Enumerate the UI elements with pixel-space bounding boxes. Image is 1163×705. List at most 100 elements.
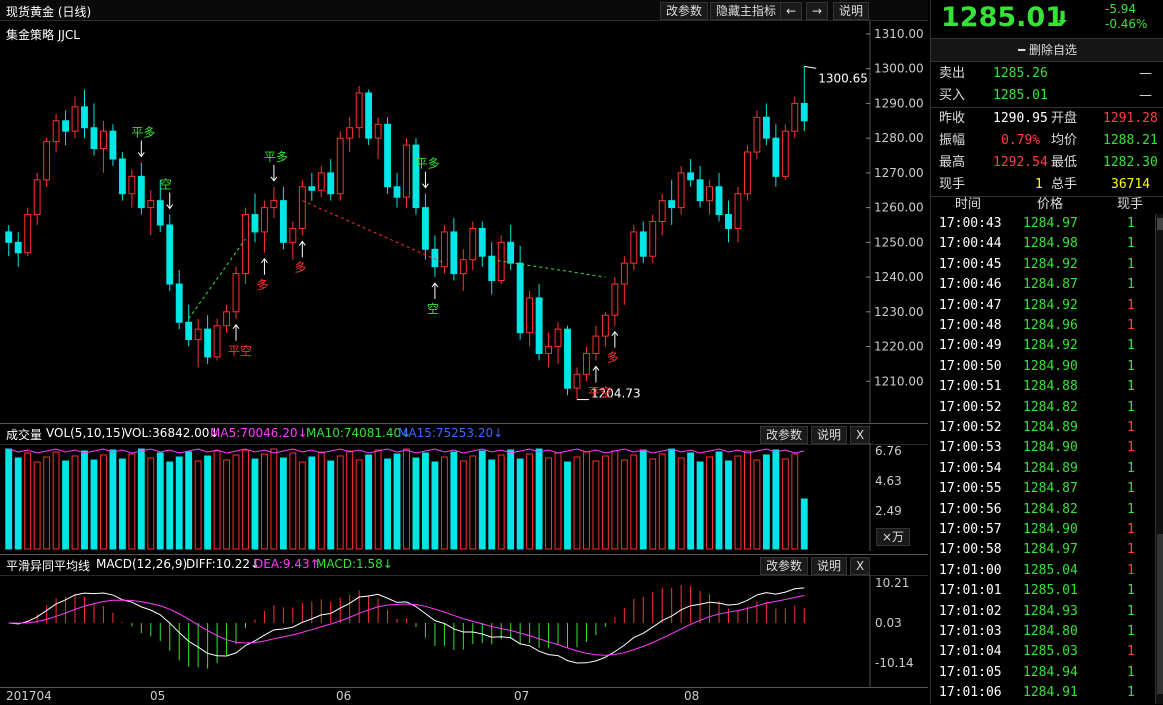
macd-help-button[interactable]: 说明 <box>811 557 848 575</box>
volume-help-button[interactable]: 说明 <box>811 426 848 444</box>
cur-vol-value: 1 <box>1035 177 1043 192</box>
candle-body <box>24 214 32 254</box>
tick-time: 17:00:52 <box>939 420 1002 435</box>
volume-bar <box>677 457 685 550</box>
candle-body <box>772 137 780 177</box>
candle-body <box>554 328 562 348</box>
volume-bar <box>308 456 316 550</box>
tick-row: 17:01:01 1285.01 1 <box>931 581 1155 601</box>
vol-ma10: MA10:74081.40↓ <box>306 426 412 440</box>
tick-volume: 1 <box>1127 664 1135 680</box>
remove-watchlist-label: 删除自选 <box>1029 43 1078 57</box>
tick-volume: 1 <box>1127 236 1135 252</box>
macd-ylabel-high: 10.21 <box>875 576 909 590</box>
candle-body <box>800 102 808 122</box>
candle-body <box>242 214 249 275</box>
candle-body <box>791 102 799 132</box>
candle-body <box>71 106 79 132</box>
volume-bar <box>583 451 590 550</box>
tick-vol-header: 现手 <box>1117 197 1144 212</box>
volume-bar <box>204 455 212 550</box>
scroll-up-arrow-icon[interactable] <box>1157 218 1163 230</box>
buy-row: 买入 1285.01 — <box>931 85 1163 107</box>
candle-body <box>365 92 373 139</box>
macd-chart[interactable]: 10.21 0.03 -10.14 <box>0 575 928 687</box>
scroll-left-button[interactable]: ← <box>780 2 803 20</box>
volume-bar <box>734 455 742 550</box>
tick-price-header: 价格 <box>1037 197 1064 212</box>
y-tick-label: 1300.00 <box>874 62 924 76</box>
tick-time: 17:00:44 <box>939 236 1002 252</box>
candle-body <box>317 172 325 191</box>
tick-volume: 1 <box>1127 420 1135 435</box>
help-button[interactable]: 说明 <box>833 2 870 20</box>
tick-price: 1284.87 <box>1023 481 1078 497</box>
tick-list[interactable]: 17:00:43 1284.97 1 17:00:44 1284.98 1 17:0… <box>931 214 1155 704</box>
prev-close-value: 1290.95 <box>993 111 1048 126</box>
tick-price: 1284.82 <box>1023 501 1078 517</box>
candlestick-chart[interactable]: 1310.00 1300.00 1290.00 1280.00 1270.00 1260.… <box>0 21 928 423</box>
volume-bar <box>753 459 761 550</box>
high-marker-line <box>804 65 817 69</box>
signal-label: 平空 <box>588 385 612 399</box>
macd-title: 平滑异同平均线 <box>6 559 91 573</box>
scroll-right-button[interactable]: → <box>806 2 829 20</box>
macd-header: 平滑异同平均线 MACD(12,26,9) DIFF:10.22↓ DEA:9.… <box>0 554 928 576</box>
volume-chart[interactable]: 6.76 4.63 2.49 <box>0 443 928 551</box>
tick-time: 17:00:56 <box>939 501 1002 517</box>
unit-button[interactable]: ×万 <box>876 528 911 546</box>
volume-close-button[interactable]: X <box>850 426 871 444</box>
candle-body <box>696 179 704 202</box>
scroll-thumb[interactable] <box>1157 534 1163 694</box>
tick-price: 1284.88 <box>1023 379 1078 395</box>
volume-edit-params-button[interactable]: 改参数 <box>760 426 809 444</box>
tick-row: 17:00:51 1284.88 1 <box>931 377 1155 397</box>
signal-label: 平多 <box>415 157 439 171</box>
tick-scrollbar[interactable] <box>1155 214 1163 704</box>
volume-bar <box>5 448 13 550</box>
tick-time: 17:00:50 <box>939 358 1002 374</box>
volume-bar <box>137 448 145 550</box>
open-value: 1291.28 <box>1103 111 1158 126</box>
tick-volume: 1 <box>1127 358 1135 374</box>
candle-body <box>298 186 306 229</box>
y-tick-label: 1250.00 <box>874 235 924 249</box>
x-label-05: 05 <box>150 689 166 703</box>
x-label-08: 08 <box>684 689 700 703</box>
macd-close-button[interactable]: X <box>850 557 871 575</box>
edit-params-button[interactable]: 改参数 <box>660 2 709 20</box>
tick-price: 1284.94 <box>1023 664 1078 680</box>
candle-body <box>526 297 534 334</box>
volume-bar <box>507 449 515 550</box>
remove-watchlist-button[interactable]: ━ 删除自选 <box>931 38 1163 62</box>
candle-body <box>762 116 770 139</box>
signal-label: 平多 <box>131 125 155 139</box>
candle-body <box>592 335 600 354</box>
tick-volume: 1 <box>1127 256 1135 272</box>
tick-volume: 1 <box>1127 644 1135 660</box>
amplitude-label: 振幅 <box>939 133 966 148</box>
tick-time: 17:01:03 <box>939 624 1002 639</box>
high-low-row: 最高 1292.54 最低 1282.30 <box>931 152 1163 174</box>
vol-ylabel-high: 6.76 <box>875 444 902 458</box>
macd-edit-params-button[interactable]: 改参数 <box>760 557 809 575</box>
volume-bar <box>545 457 552 550</box>
hide-main-indicator-button[interactable]: 隐藏主指标 <box>710 2 783 20</box>
tick-row: 17:00:53 1284.90 1 <box>931 438 1155 458</box>
candle-body <box>223 311 230 327</box>
candle-body <box>620 262 628 285</box>
tick-row: 17:00:56 1284.82 1 <box>931 500 1155 520</box>
macd-diff: DIFF:10.22↓ <box>186 557 261 571</box>
tick-volume: 1 <box>1127 379 1135 395</box>
x-label-06: 06 <box>336 689 352 703</box>
candle-body <box>507 241 515 264</box>
volume-bar <box>279 457 287 550</box>
volume-bar <box>128 453 136 550</box>
tick-price: 1284.96 <box>1023 318 1078 333</box>
tick-price: 1284.92 <box>1023 256 1078 272</box>
macd-params: MACD(12,26,9) <box>96 557 188 571</box>
tick-price: 1285.04 <box>1023 562 1078 578</box>
volume-bar <box>194 460 202 550</box>
tick-row: 17:00:44 1284.98 1 <box>931 234 1155 254</box>
y-tick-label: 1310.00 <box>874 27 924 41</box>
